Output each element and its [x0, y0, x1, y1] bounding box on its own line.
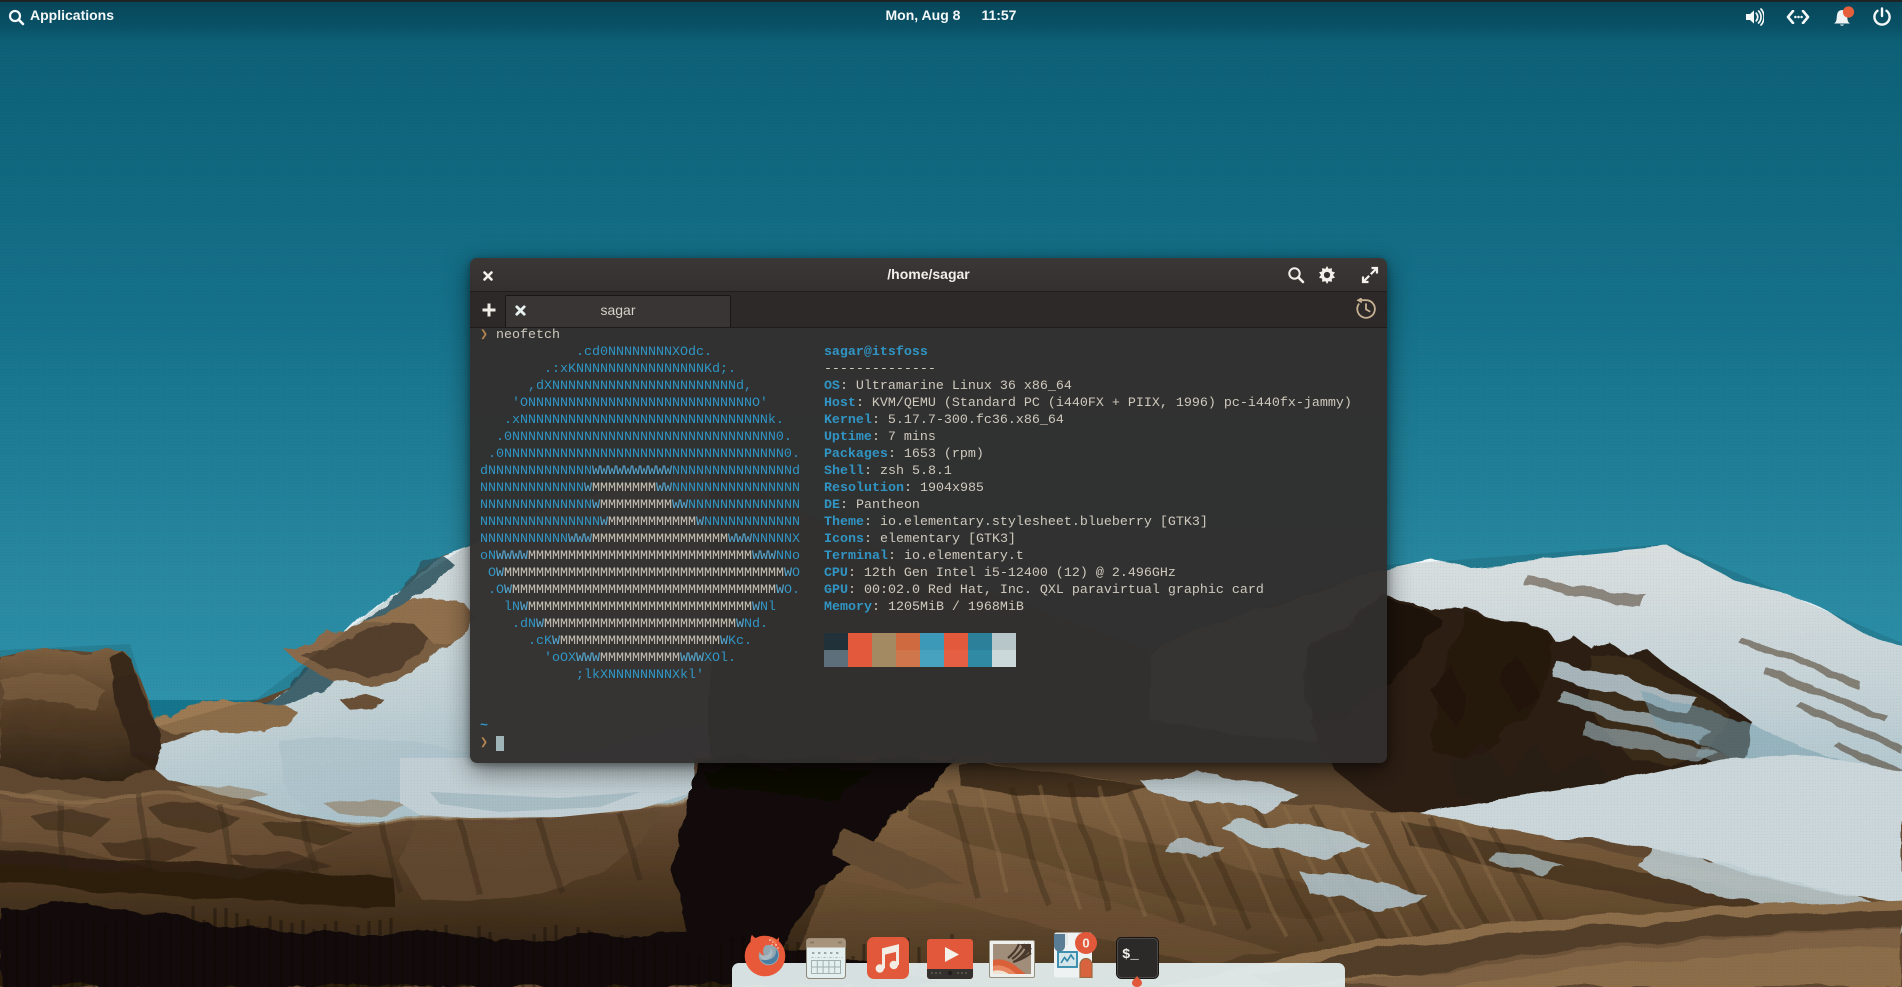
svg-text:0: 0 — [1082, 936, 1089, 951]
svg-text:$_: $_ — [1122, 947, 1139, 963]
